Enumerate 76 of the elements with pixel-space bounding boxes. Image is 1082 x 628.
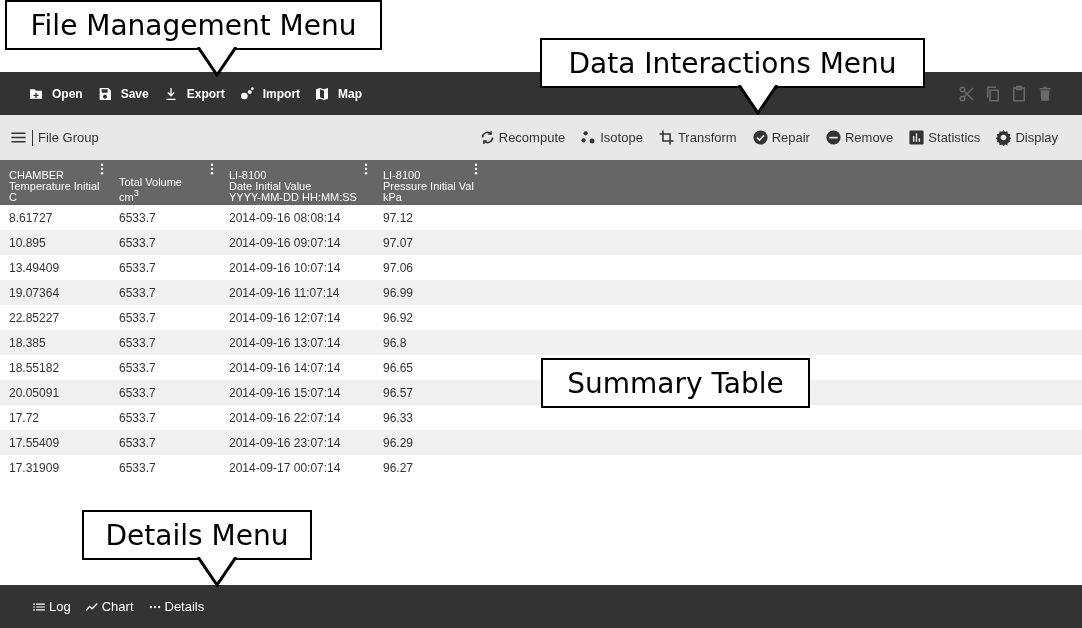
- table-cell-text: 6533.7: [118, 285, 157, 300]
- display-icon: [995, 129, 1013, 146]
- table-cell-text: 10.895: [8, 235, 47, 250]
- table-cell-text: 18.385: [8, 335, 47, 350]
- toolbar-button[interactable]: Export: [162, 85, 225, 102]
- table-cell-text: 17.72: [8, 410, 41, 425]
- repair-icon: [751, 129, 769, 146]
- table-cell-text: 6533.7: [118, 360, 157, 375]
- table-cell-text: 2014-09-16 22:07:14: [228, 410, 342, 425]
- table-cell-text: 6533.7: [118, 460, 157, 475]
- transform-icon: [657, 129, 675, 146]
- table-cell-text: 6533.7: [118, 435, 157, 450]
- remove-icon: [824, 129, 842, 146]
- table-cell-text: 2014-09-16 08:08:14: [228, 210, 342, 225]
- toolbar-button[interactable]: Map: [314, 85, 363, 102]
- statistics-icon: [908, 129, 926, 146]
- table-cell-text: 18.55182: [8, 360, 61, 375]
- table-cell-text: 96.33: [382, 410, 415, 425]
- table-cell-text: 20.05091: [8, 385, 61, 400]
- table-cell-text: 6533.7: [118, 210, 157, 225]
- import-icon: [238, 85, 255, 102]
- column-menu-icon[interactable]: [100, 163, 104, 175]
- table-cell-text: 6533.7: [118, 260, 157, 275]
- table-cell-text: 2014-09-16 12:07:14: [228, 310, 342, 325]
- table-cell-text: 96.65: [382, 360, 415, 375]
- menu-button[interactable]: Transform: [657, 129, 737, 146]
- table-cell-text: 6533.7: [118, 235, 157, 250]
- table-cell-text: 96.8: [382, 335, 408, 350]
- table-cell-text: 96.29: [382, 435, 415, 450]
- toolbar-button[interactable]: Open: [28, 85, 83, 102]
- table-cell-text: 19.07364: [8, 285, 61, 300]
- menu-button[interactable]: Repair: [751, 129, 810, 146]
- column-menu-icon[interactable]: [474, 163, 478, 175]
- table-cell-text: 6533.7: [118, 335, 157, 350]
- table-cell-text: 2014-09-16 23:07:14: [228, 435, 342, 450]
- column-menu-icon[interactable]: [210, 163, 214, 175]
- footer-tab[interactable]: Details: [147, 599, 205, 614]
- column-header: CHAMBER Temperature Initial C: [9, 170, 100, 205]
- table-cell-text: 22.85227: [8, 310, 61, 325]
- table-cell-text: 97.12: [382, 210, 415, 225]
- menu-button[interactable]: Remove: [824, 129, 894, 146]
- table-cell-text: 2014-09-16 14:07:14: [228, 360, 342, 375]
- table-cell-text: 97.07: [382, 235, 415, 250]
- callout-label: Summary Table: [541, 358, 810, 408]
- table-cell-text: 8.61727: [8, 210, 54, 225]
- file-group-label: File Group: [38, 130, 99, 145]
- toolbar-button[interactable]: Save: [96, 85, 149, 102]
- menu-button[interactable]: Statistics: [908, 129, 981, 146]
- menu-button[interactable]: Display: [995, 129, 1058, 146]
- table-cell-text: 6533.7: [118, 310, 157, 325]
- column-header: Total Volume cm$^{3}$: [119, 177, 182, 205]
- table-cell-text: 2014-09-16 15:07:14: [228, 385, 342, 400]
- table-cell-text: 2014-09-16 13:07:14: [228, 335, 342, 350]
- table-cell-text: 13.49409: [8, 260, 61, 275]
- table-cell-text: 96.57: [382, 385, 415, 400]
- table-cell-text: 2014-09-16 10:07:14: [228, 260, 342, 275]
- table-cell-text: 2014-09-17 00:07:14: [228, 460, 342, 475]
- column-header: LI-8100 Pressure Initial Val kPa: [383, 170, 474, 205]
- toolbar-button[interactable]: Import: [238, 85, 301, 102]
- table-cell-text: 96.92: [382, 310, 415, 325]
- menu-button[interactable]: Recompute: [478, 129, 566, 146]
- table-cell-text: 96.27: [382, 460, 415, 475]
- table-cell-text: 96.99: [382, 285, 415, 300]
- map-icon: [314, 85, 331, 102]
- table-cell-text: 97.06: [382, 260, 415, 275]
- footer-tab[interactable]: Log: [32, 599, 71, 614]
- column-menu-icon[interactable]: [364, 163, 368, 175]
- table-cell-text: 17.31909: [8, 460, 61, 475]
- menu-button[interactable]: Isotope: [580, 129, 643, 146]
- column-header: LI-8100 Date Initial Value YYYY-MM-DD HH:MM:SS: [229, 170, 357, 205]
- table-cell-text: 2014-09-16 09:07:14: [228, 235, 342, 250]
- table-cell-text: 6533.7: [118, 410, 157, 425]
- table-cell-text: 6533.7: [118, 385, 157, 400]
- table-cell-text: 2014-09-16 11:07:14: [228, 285, 341, 300]
- table-cell-text: 17.55409: [8, 435, 61, 450]
- footer-tab[interactable]: Chart: [84, 599, 134, 614]
